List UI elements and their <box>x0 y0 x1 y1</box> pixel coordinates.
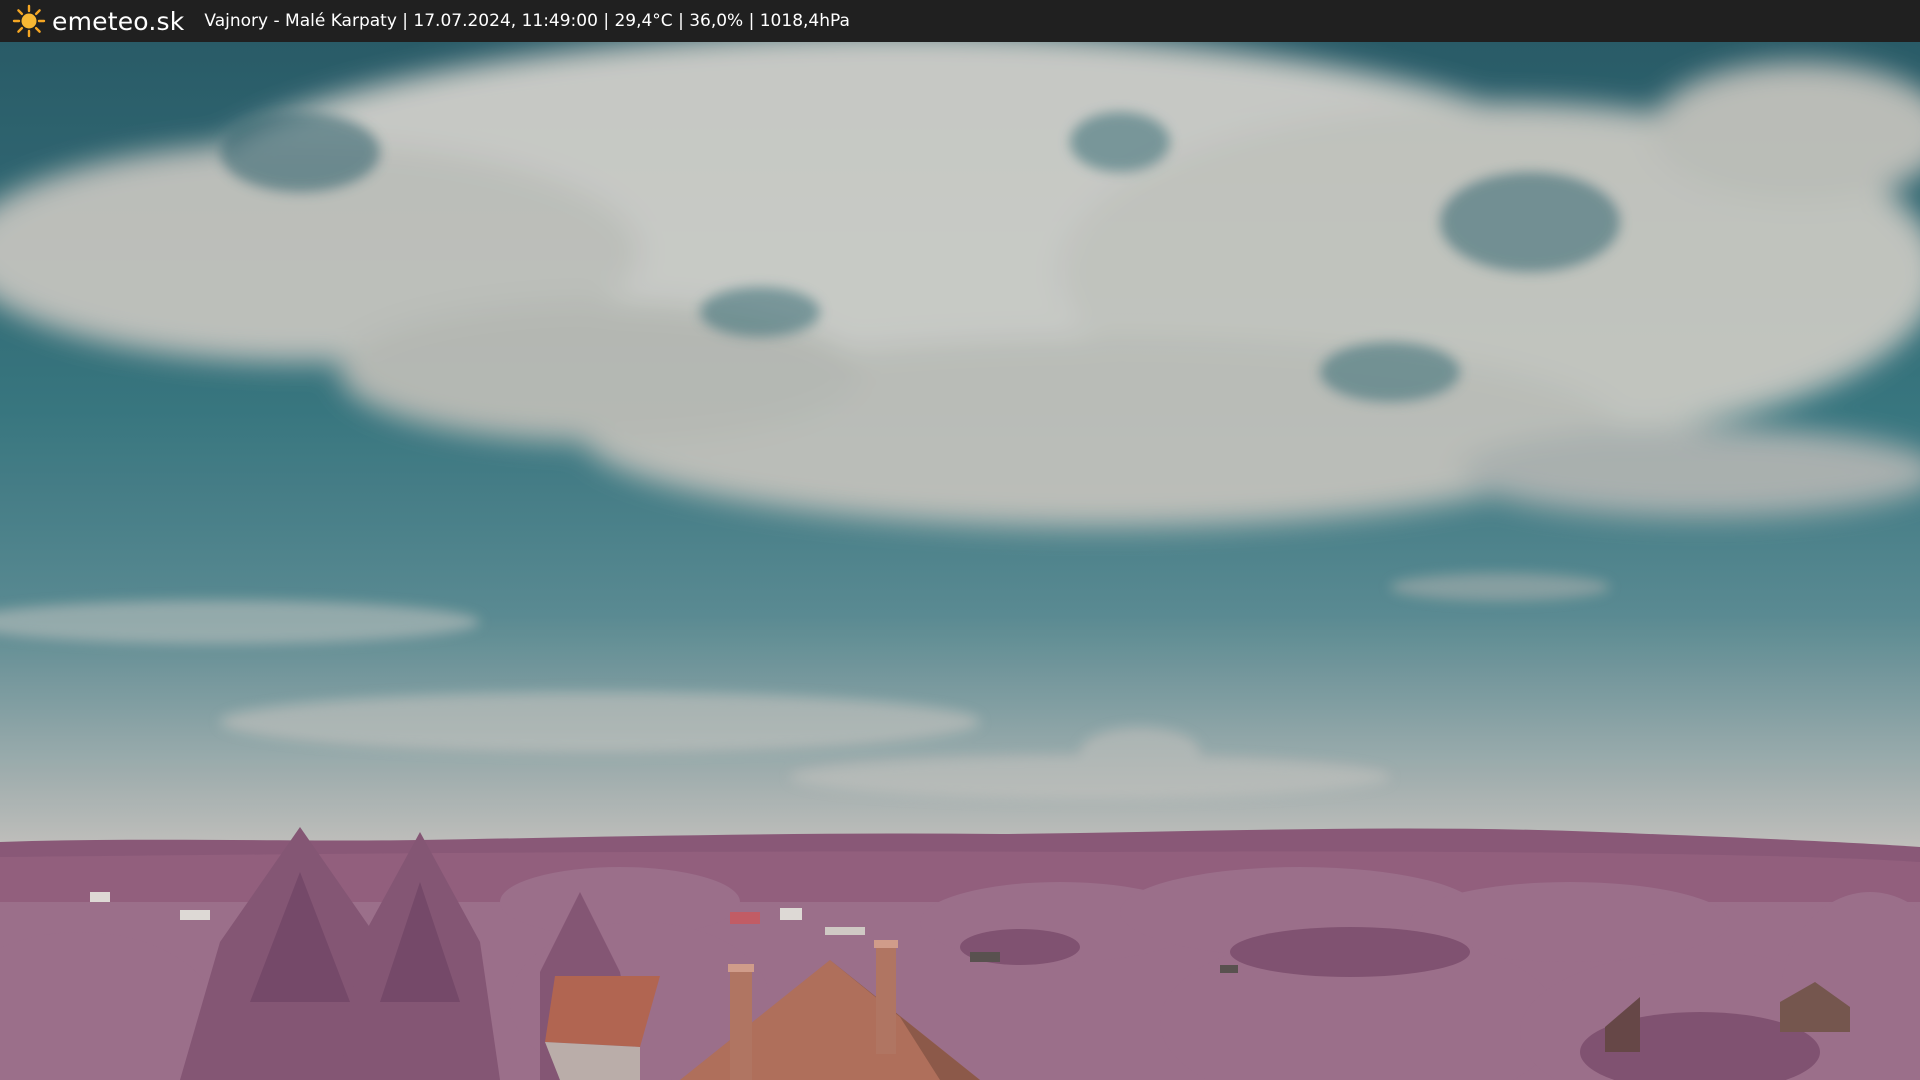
brand-logo-text[interactable]: emeteo.sk <box>52 7 184 36</box>
webcam-image <box>0 42 1920 1080</box>
sun-icon <box>12 4 46 38</box>
station-caption: Vajnory - Malé Karpaty | 17.07.2024, 11:… <box>204 11 850 31</box>
header-bar: emeteo.sk Vajnory - Malé Karpaty | 17.07… <box>0 0 1920 42</box>
